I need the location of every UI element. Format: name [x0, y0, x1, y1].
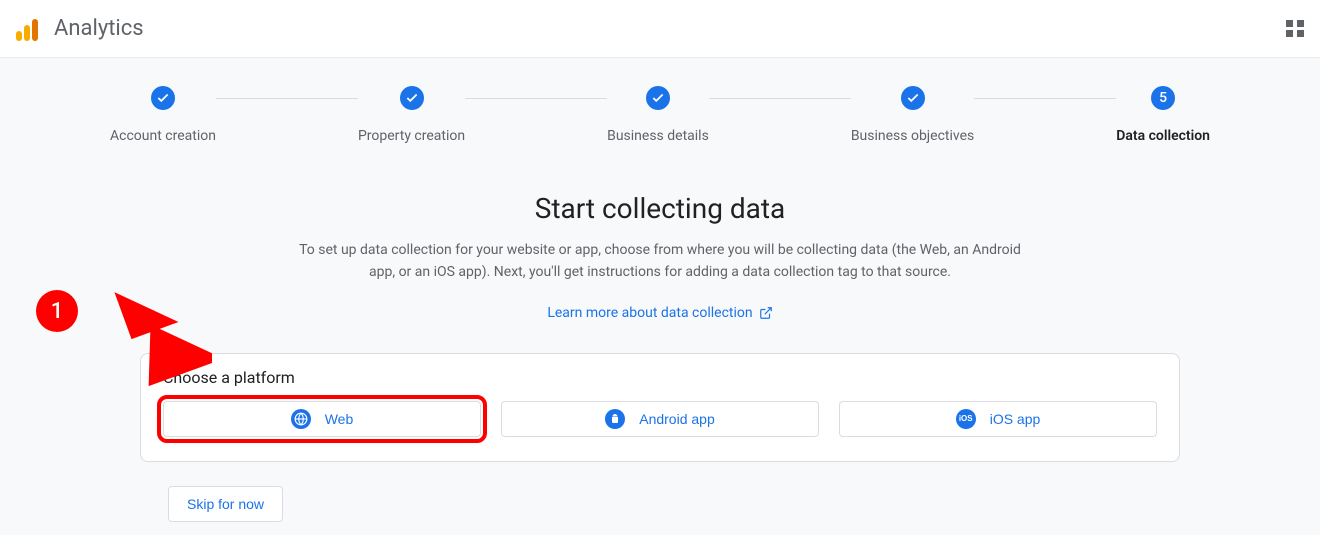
ios-icon: iOS — [956, 409, 976, 429]
step-label: Account creation — [110, 128, 216, 144]
check-icon — [400, 86, 424, 110]
step-business-objectives[interactable]: Business objectives — [851, 86, 974, 144]
check-icon — [151, 86, 175, 110]
brand: Analytics — [16, 16, 144, 41]
step-account-creation[interactable]: Account creation — [110, 86, 216, 144]
brand-text: Analytics — [54, 16, 144, 41]
main-content: Account creation Property creation Busin… — [0, 58, 1320, 535]
content-section: Start collecting data To set up data col… — [210, 192, 1110, 321]
step-property-creation[interactable]: Property creation — [358, 86, 465, 144]
platform-ios-button[interactable]: iOS iOS app — [839, 401, 1157, 437]
platform-label: Web — [325, 411, 354, 427]
step-business-details[interactable]: Business details — [607, 86, 709, 144]
platform-android-button[interactable]: Android app — [501, 401, 819, 437]
learn-more-text: Learn more about data collection — [547, 305, 752, 321]
android-icon — [605, 409, 625, 429]
header: Analytics — [0, 0, 1320, 58]
apps-grid-icon[interactable] — [1286, 20, 1304, 38]
step-label: Property creation — [358, 128, 465, 144]
check-icon — [901, 86, 925, 110]
step-label: Business details — [607, 128, 709, 144]
step-label: Business objectives — [851, 128, 974, 144]
step-data-collection[interactable]: 5 Data collection — [1116, 86, 1210, 144]
platform-web-button[interactable]: Web — [163, 401, 481, 437]
step-connector — [216, 98, 358, 99]
skip-button[interactable]: Skip for now — [168, 486, 283, 522]
step-label: Data collection — [1116, 128, 1210, 144]
platform-label: iOS app — [990, 411, 1041, 427]
analytics-logo-icon — [16, 17, 40, 41]
step-connector — [465, 98, 607, 99]
stepper: Account creation Property creation Busin… — [110, 86, 1210, 144]
learn-more-link[interactable]: Learn more about data collection — [547, 305, 772, 321]
step-connector — [974, 98, 1116, 99]
annotation-number: 1 — [36, 290, 78, 332]
page-subtitle: To set up data collection for your websi… — [295, 239, 1025, 284]
check-icon — [646, 86, 670, 110]
page-title: Start collecting data — [210, 192, 1110, 225]
platform-panel: Choose a platform Web Android app iOS iO… — [140, 353, 1180, 462]
external-link-icon — [759, 306, 773, 320]
step-connector — [709, 98, 851, 99]
platform-label: Android app — [639, 411, 715, 427]
annotation-callout: 1 — [36, 290, 78, 332]
panel-title: Choose a platform — [163, 368, 1157, 387]
step-number: 5 — [1151, 86, 1175, 110]
globe-icon — [291, 409, 311, 429]
platform-list: Web Android app iOS iOS app — [163, 401, 1157, 437]
